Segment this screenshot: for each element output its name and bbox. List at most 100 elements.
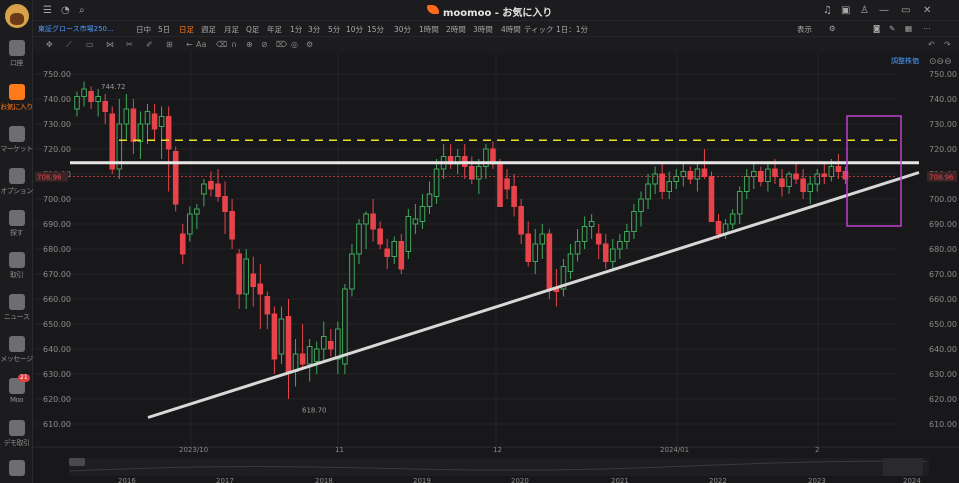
timeframe-tab[interactable]: 15分 — [367, 24, 384, 35]
timeframe-tab[interactable]: 2時間 — [446, 24, 466, 35]
bell-icon[interactable]: ◔ — [61, 5, 70, 16]
candle-down — [595, 233, 602, 245]
search-icon[interactable]: ⌕ — [79, 5, 85, 16]
price-tick-left: 610.00 — [43, 420, 71, 429]
price-tick-right: 690.00 — [929, 220, 957, 229]
candle-down — [701, 168, 708, 177]
rectangle-tool-icon[interactable]: ▭ — [86, 40, 94, 49]
trash-icon[interactable]: ⌦ — [276, 40, 287, 49]
menu-icon[interactable]: ☰ — [43, 5, 52, 16]
sidebar-item-4[interactable]: 探す — [0, 210, 33, 238]
candle-up — [729, 213, 736, 225]
zoom-controls-icon[interactable]: ⊙⊖⊖ — [929, 57, 952, 67]
measure-tool-icon[interactable]: ⊞ — [166, 40, 173, 49]
pattern-tool-icon[interactable]: ✂ — [126, 40, 133, 49]
timeframe-tab[interactable]: 週足 — [201, 24, 216, 35]
timeframe-tab[interactable]: Q足 — [246, 24, 259, 35]
timeframe-tab[interactable]: 3分 — [308, 24, 320, 35]
gift-icon[interactable]: ▣ — [841, 5, 850, 16]
sidebar-item-label: オプション — [0, 187, 33, 195]
sidebar-item-0[interactable]: 口座 — [0, 40, 33, 68]
sidebar-item-9[interactable]: デモ取引 — [0, 420, 33, 448]
candle-down — [257, 283, 264, 295]
timeframe-tab[interactable]: 月足 — [224, 24, 239, 35]
timeframe-tab[interactable]: 5分 — [328, 24, 340, 35]
price-tick-left: 700.00 — [43, 195, 71, 204]
candle-up — [786, 173, 792, 187]
candle-up — [313, 348, 320, 362]
minimize-icon[interactable]: — — [879, 5, 889, 16]
price-tick-right: 750.00 — [929, 70, 957, 79]
sidebar-item-5[interactable]: 取引 — [0, 252, 33, 280]
headset-icon[interactable]: ♫ — [823, 5, 832, 16]
sidebar-item-3[interactable]: オプション — [0, 168, 33, 196]
candle-up — [187, 213, 193, 235]
close-icon[interactable]: ✕ — [923, 5, 931, 16]
timeframe-tab[interactable]: 1分 — [290, 24, 302, 35]
candle-up — [645, 183, 651, 200]
sidebar-item-label: メッセージ — [0, 355, 33, 363]
sidebar-item-8[interactable]: 21 Moo — [0, 374, 33, 404]
news-icon — [8, 294, 25, 310]
window-title: moomoo - お気に入り — [443, 8, 553, 19]
hide-icon[interactable]: ⊘ — [261, 40, 268, 49]
visibility-icon[interactable]: ◎ — [291, 40, 298, 49]
candle-down — [504, 178, 510, 190]
eraser-icon[interactable]: ⌫ — [216, 40, 227, 49]
timeframe-tab[interactable]: 日中 — [136, 24, 151, 35]
sidebar-item-10[interactable] — [0, 460, 33, 476]
more-icon[interactable]: ⋯ — [923, 24, 931, 33]
shirt-icon[interactable]: ♙ — [860, 5, 869, 16]
display-menu[interactable]: 表示 — [797, 24, 812, 35]
arrow-tool-icon[interactable]: ← — [186, 40, 193, 49]
fib-tool-icon[interactable]: ⋈ — [106, 40, 114, 49]
candle-down — [518, 206, 524, 235]
options-icon — [8, 168, 25, 184]
layout-icon[interactable]: ▦ — [905, 24, 912, 33]
lock-icon[interactable]: ⊕ — [246, 40, 253, 49]
indicator-settings-icon[interactable]: ⚙ — [306, 40, 313, 49]
adjusted-price-toggle[interactable]: 調整株価 — [891, 56, 919, 65]
price-tick-right: 620.00 — [929, 395, 957, 404]
magnet-icon[interactable]: ∩ — [231, 40, 237, 49]
candle-up — [144, 111, 151, 125]
pencil-icon[interactable]: ✎ — [889, 24, 895, 33]
text-tool-icon[interactable]: Aa — [196, 40, 206, 49]
timeframe-tab[interactable]: 3時間 — [473, 24, 493, 35]
timeframe-tab[interactable]: 10分 — [346, 24, 363, 35]
avatar[interactable] — [5, 4, 29, 28]
settings-icon[interactable]: ⚙ — [829, 24, 836, 33]
candle-down — [398, 241, 405, 270]
symbol-selector[interactable]: 東証グロース市場250... — [38, 24, 114, 34]
candle-up — [81, 88, 87, 97]
timeframe-tab[interactable]: 年足 — [267, 24, 282, 35]
candlestick-chart[interactable]: 750.00 750.00 740.00 740.00 730.00 730.00 720.… — [33, 53, 959, 483]
sidebar-item-6[interactable]: ニュース — [0, 294, 33, 322]
crosshair-icon[interactable]: ✥ — [46, 40, 53, 49]
candle-down — [384, 248, 390, 257]
brush-tool-icon[interactable]: ✐ — [146, 40, 153, 49]
timeframe-tab[interactable]: ティック — [524, 24, 554, 35]
redo-icon[interactable]: ↷ — [944, 40, 951, 49]
sidebar-item-1[interactable]: お気に入り — [0, 84, 33, 112]
candle-down — [772, 168, 778, 177]
chart-area[interactable]: 750.00 750.00 740.00 740.00 730.00 730.00 720.… — [33, 53, 959, 483]
timeframe-tab[interactable]: 日足 — [179, 24, 194, 35]
sidebar-item-2[interactable]: マーケット — [0, 126, 33, 154]
interval-selector[interactable]: 1日：1分 — [556, 24, 588, 35]
undo-icon[interactable]: ↶ — [928, 40, 935, 49]
range-handle-left — [69, 458, 85, 466]
candle-down — [165, 116, 172, 150]
trendline-tool-icon[interactable]: ⟋ — [66, 40, 72, 50]
time-tick-label: 2 — [815, 446, 819, 454]
current-price-label-left: 708.96 — [37, 174, 62, 182]
sidebar-item-7[interactable]: メッセージ — [0, 336, 33, 364]
restore-icon[interactable]: ▭ — [901, 5, 910, 16]
timeframe-tab[interactable]: 5日 — [158, 24, 170, 35]
candle-down — [109, 113, 116, 170]
timeframe-tab[interactable]: 4時間 — [501, 24, 521, 35]
timeframe-tab[interactable]: 1時間 — [419, 24, 439, 35]
camera-icon[interactable]: ◙ — [873, 24, 880, 33]
timeframe-tab[interactable]: 30分 — [394, 24, 411, 35]
candle-up — [631, 211, 637, 232]
